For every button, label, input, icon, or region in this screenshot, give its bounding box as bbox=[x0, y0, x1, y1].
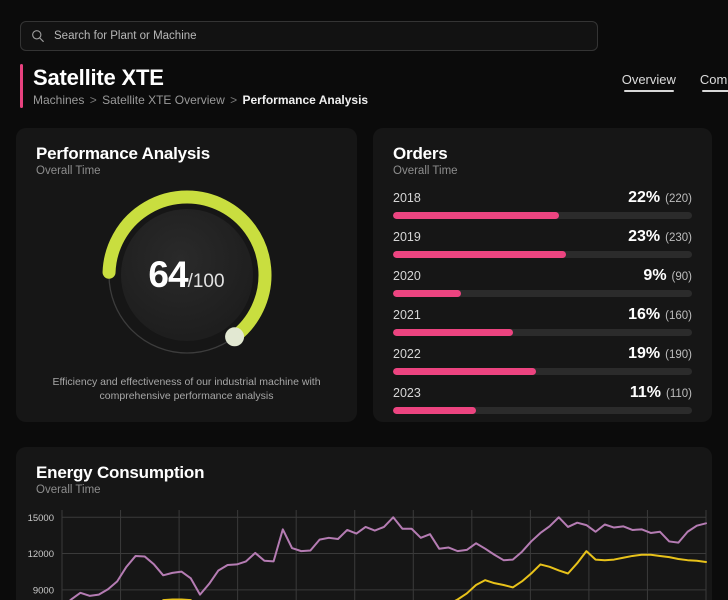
order-bar-track bbox=[393, 290, 692, 297]
search-bar[interactable] bbox=[20, 21, 598, 51]
order-year: 2020 bbox=[393, 269, 421, 283]
performance-analysis-card: Performance Analysis Overall Time 64 /10… bbox=[16, 128, 357, 422]
order-percent: 19% bbox=[628, 345, 661, 362]
order-bar-fill bbox=[393, 368, 537, 375]
tab-overview[interactable]: Overview bbox=[622, 72, 676, 92]
breadcrumb-separator: > bbox=[89, 92, 97, 107]
energy-card-subtitle: Overall Time bbox=[36, 484, 101, 496]
breadcrumb-item-overview[interactable]: Satellite XTE Overview bbox=[102, 93, 225, 107]
order-percent: 22% bbox=[628, 189, 661, 206]
page-header: Satellite XTE Machines > Satellite XTE O… bbox=[20, 64, 368, 108]
performance-description: Efficiency and effectiveness of our indu… bbox=[52, 376, 321, 402]
order-bar-fill bbox=[393, 290, 461, 297]
chart-ytick-label: 15000 bbox=[28, 513, 54, 524]
breadcrumb-item-machines[interactable]: Machines bbox=[33, 93, 84, 107]
tab-comparison[interactable]: Comparison bbox=[700, 72, 728, 92]
order-percent: 23% bbox=[628, 228, 661, 245]
order-count: (220) bbox=[665, 193, 692, 205]
order-bar-fill bbox=[393, 329, 514, 336]
chart-ytick-label: 12000 bbox=[28, 549, 54, 560]
energy-chart: 9000 12000 15000 bbox=[16, 504, 712, 600]
energy-consumption-card: Energy Consumption Overall Time 9000 1200… bbox=[16, 447, 712, 600]
gauge-readout: 64 /100 bbox=[148, 254, 224, 296]
order-percent: 9% bbox=[643, 267, 667, 284]
order-bar-fill bbox=[393, 407, 476, 414]
breadcrumb-separator: > bbox=[230, 92, 238, 107]
order-bar-track bbox=[393, 368, 692, 375]
order-bar-track bbox=[393, 251, 692, 258]
order-count: (160) bbox=[665, 310, 692, 322]
title-accent-bar bbox=[20, 64, 23, 108]
gauge-max: /100 bbox=[187, 271, 225, 292]
order-row: 2021 16% (160) bbox=[393, 306, 692, 336]
page-title: Satellite XTE bbox=[33, 64, 164, 90]
orders-card-subtitle: Overall Time bbox=[393, 165, 458, 177]
order-percent: 11% bbox=[629, 384, 661, 401]
orders-card: Orders Overall Time 2018 22% (220) 2019 23% (… bbox=[373, 128, 712, 422]
search-input[interactable] bbox=[54, 30, 587, 42]
energy-chart-svg: 9000 12000 15000 bbox=[28, 510, 707, 600]
breadcrumb-current: Performance Analysis bbox=[242, 92, 369, 107]
performance-card-title: Performance Analysis bbox=[36, 144, 210, 163]
order-bar-track bbox=[393, 329, 692, 336]
order-bar-track bbox=[393, 212, 692, 219]
order-year: 2023 bbox=[393, 386, 421, 400]
dashboard-page: Satellite XTE Machines > Satellite XTE O… bbox=[0, 0, 728, 600]
order-bar-track bbox=[393, 407, 692, 414]
order-row: 2020 9% (90) bbox=[393, 267, 692, 297]
order-bar-fill bbox=[393, 251, 567, 258]
order-year: 2022 bbox=[393, 347, 421, 361]
order-row: 2022 19% (190) bbox=[393, 345, 692, 375]
performance-gauge: 64 /100 bbox=[16, 179, 357, 371]
order-count: (110) bbox=[666, 388, 692, 400]
performance-card-subtitle: Overall Time bbox=[36, 165, 101, 177]
order-row: 2019 23% (230) bbox=[393, 228, 692, 258]
order-row: 2023 11% (110) bbox=[393, 384, 692, 414]
gauge-knob[interactable] bbox=[224, 327, 244, 347]
order-row: 2018 22% (220) bbox=[393, 189, 692, 219]
chart-series-line-1 bbox=[68, 516, 707, 600]
order-percent: 16% bbox=[628, 306, 661, 323]
gauge-value: 64 bbox=[148, 254, 188, 295]
order-count: (90) bbox=[671, 271, 692, 283]
chart-ytick-label: 9000 bbox=[33, 585, 54, 596]
top-nav: Overview Comparison bbox=[622, 72, 728, 92]
orders-card-title: Orders bbox=[393, 144, 448, 163]
search-icon bbox=[32, 30, 44, 42]
order-count: (190) bbox=[665, 349, 692, 361]
energy-card-title: Energy Consumption bbox=[36, 463, 205, 482]
order-year: 2018 bbox=[393, 191, 421, 205]
order-year: 2019 bbox=[393, 230, 421, 244]
order-year: 2021 bbox=[393, 308, 421, 322]
breadcrumb: Machines > Satellite XTE Overview > Perf… bbox=[33, 93, 368, 108]
chart-series-line-2 bbox=[162, 550, 707, 600]
order-count: (230) bbox=[665, 232, 692, 244]
order-bar-fill bbox=[393, 212, 559, 219]
orders-list: 2018 22% (220) 2019 23% (230) 2020 9% (90) 2021 16… bbox=[373, 177, 712, 414]
